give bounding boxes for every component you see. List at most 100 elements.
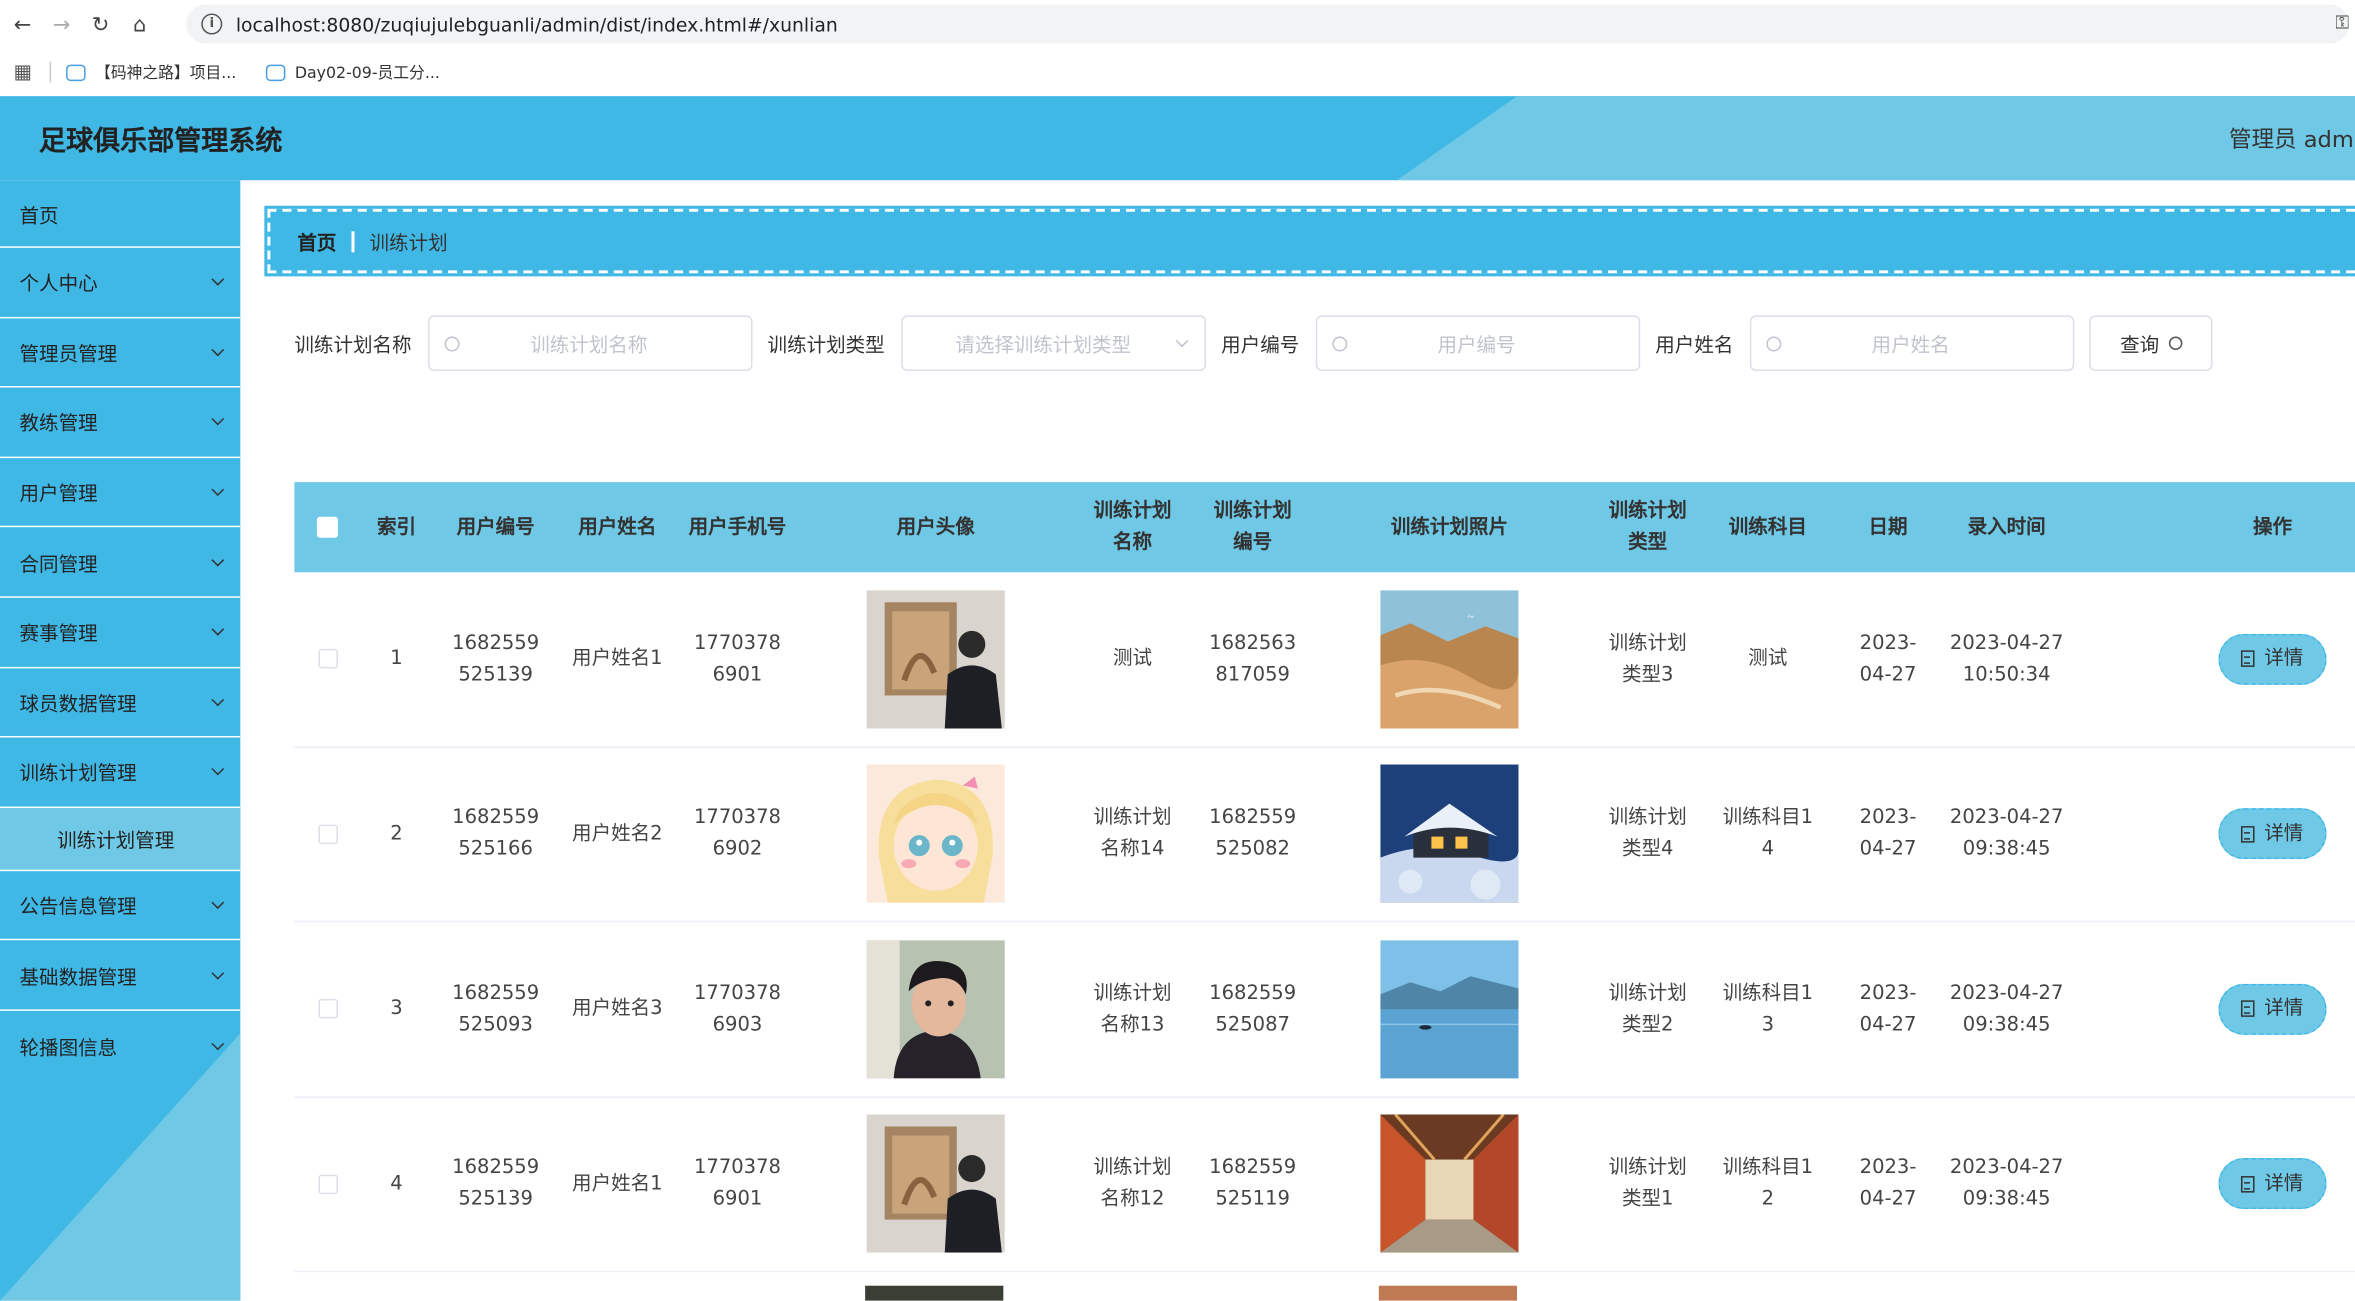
- user-name-placeholder: 用户姓名: [1871, 334, 1950, 358]
- document-icon: [2241, 825, 2256, 843]
- avatar-image[interactable]: [866, 1114, 1005, 1254]
- sidebar-item-base-data[interactable]: 基础数据管理: [0, 941, 241, 1011]
- sidebar-item-match[interactable]: 赛事管理: [0, 598, 241, 668]
- select-all-checkbox[interactable]: [316, 516, 338, 538]
- training-plan-table: 索引 用户编号 用户姓名 用户手机号 用户头像 训练计划名称 训练计划编号 训练…: [294, 482, 2355, 1273]
- chevron-down-icon: [211, 896, 225, 910]
- sidebar-item-label: 赛事管理: [19, 622, 98, 645]
- row-checkbox[interactable]: [317, 824, 338, 844]
- table-row: 1 1682559525139 用户姓名1 17703786901 测试 168…: [294, 572, 2355, 748]
- user-no-cell: 1682559525139: [452, 1156, 540, 1211]
- detail-button[interactable]: 详情: [2218, 983, 2327, 1035]
- sidebar-item-profile[interactable]: 个人中心: [0, 248, 241, 318]
- avatar-image[interactable]: [866, 589, 1005, 729]
- site-info-icon[interactable]: i: [201, 13, 223, 35]
- browser-chrome: ← → ↻ ⌂ i localhost:8080/zuqiujulebguanl…: [0, 0, 2355, 97]
- sidebar-subitem-training-manage[interactable]: 训练计划管理: [0, 807, 241, 871]
- plan-photo[interactable]: [1380, 764, 1519, 904]
- app-header: 足球俱乐部管理系统 管理员 admi: [0, 96, 2355, 181]
- sidebar-item-label: 公告信息管理: [19, 895, 137, 918]
- user-name-input[interactable]: 用户姓名: [1749, 315, 2075, 371]
- chevron-down-icon: [211, 966, 225, 980]
- apps-grid-icon[interactable]: ▦: [14, 61, 32, 84]
- chevron-down-icon: [211, 623, 225, 637]
- avatar-image[interactable]: [866, 939, 1005, 1079]
- reload-icon[interactable]: ↻: [84, 8, 117, 41]
- subject-cell: 测试: [1748, 647, 1788, 671]
- column-header: 操作: [2252, 515, 2293, 539]
- row-checkbox[interactable]: [317, 1174, 338, 1194]
- sidebar-item-player-data[interactable]: 球员数据管理: [0, 668, 241, 738]
- plan-photo[interactable]: [1380, 939, 1519, 1079]
- admin-user[interactable]: 管理员 admi: [2229, 123, 2355, 155]
- bookmark-item[interactable]: 【码神之路】项目...: [66, 61, 237, 84]
- row-checkbox[interactable]: [317, 999, 338, 1019]
- column-header: 训练计划类型: [1608, 500, 1687, 555]
- column-header: 日期: [1868, 515, 1908, 539]
- operation-cell: 详情: [2064, 808, 2355, 860]
- search-icon: [444, 335, 460, 351]
- table-row: 4 1682559525139 用户姓名1 17703786901 训练计划名称…: [294, 1097, 2355, 1273]
- app-title: 足球俱乐部管理系统: [39, 126, 283, 158]
- plan-no-cell: 1682559525119: [1209, 1156, 1297, 1211]
- sidebar-item-admin[interactable]: 管理员管理: [0, 318, 241, 388]
- breadcrumb-home[interactable]: 首页: [297, 227, 336, 256]
- operation-cell: 详情: [2064, 633, 2355, 685]
- user-no-input[interactable]: 用户编号: [1315, 315, 1641, 371]
- query-button[interactable]: 查询: [2089, 315, 2213, 371]
- operation-cell: 详情: [2064, 1158, 2355, 1210]
- date-cell: 2023-04-27: [1859, 631, 1917, 687]
- sidebar-item-label: 教练管理: [19, 412, 98, 435]
- plan-type-label: 训练计划类型: [767, 334, 885, 358]
- sidebar-item-carousel[interactable]: 轮播图信息: [0, 1011, 240, 1081]
- breadcrumb: 首页 训练计划: [264, 205, 2355, 277]
- row-checkbox[interactable]: [317, 649, 338, 669]
- forward-icon[interactable]: →: [45, 8, 78, 41]
- plan-name-cell: 训练计划名称14: [1093, 806, 1172, 862]
- sidebar-item-label: 球员数据管理: [19, 692, 137, 715]
- sidebar: 首页 个人中心 管理员管理 教练管理 用户管理 合同管理 赛事管理 球员数据管理…: [0, 180, 241, 1301]
- document-icon: [2241, 1175, 2256, 1193]
- column-header: 训练计划名称: [1093, 500, 1172, 555]
- detail-button-label: 详情: [2264, 822, 2304, 846]
- detail-button[interactable]: 详情: [2218, 633, 2327, 685]
- sidebar-item-contract[interactable]: 合同管理: [0, 528, 241, 598]
- avatar-cell: [799, 589, 1072, 729]
- plan-type-select[interactable]: 请选择训练计划类型: [901, 315, 1207, 371]
- user-name-cell: 用户姓名1: [572, 1172, 663, 1196]
- detail-button-label: 详情: [2264, 647, 2304, 671]
- detail-button[interactable]: 详情: [2218, 808, 2327, 860]
- key-icon[interactable]: ⚿: [2335, 12, 2349, 35]
- plan-photo[interactable]: [1380, 1114, 1519, 1254]
- user-name-label: 用户姓名: [1655, 334, 1734, 358]
- plan-type-cell: 训练计划类型1: [1608, 1156, 1687, 1211]
- avatar-cell: [799, 1114, 1072, 1254]
- sidebar-item-notice[interactable]: 公告信息管理: [0, 871, 241, 941]
- chevron-down-icon: [211, 343, 225, 357]
- detail-button-label: 详情: [2264, 997, 2304, 1021]
- url-bar[interactable]: i localhost:8080/zuqiujulebguanli/admin/…: [186, 4, 2350, 44]
- column-header: 用户手机号: [688, 515, 787, 539]
- plan-name-input[interactable]: 训练计划名称: [428, 315, 753, 371]
- home-icon[interactable]: ⌂: [123, 8, 156, 41]
- user-name-cell: 用户姓名2: [572, 822, 663, 846]
- sidebar-menu: 首页 个人中心 管理员管理 教练管理 用户管理 合同管理 赛事管理 球员数据管理…: [0, 180, 241, 1081]
- plan-no-cell: 1682563817059: [1209, 631, 1297, 687]
- avatar-image[interactable]: [866, 764, 1005, 904]
- plan-name-cell: 训练计划名称13: [1093, 981, 1172, 1037]
- user-no-cell: 1682559525166: [452, 806, 540, 862]
- sidebar-item-coach[interactable]: 教练管理: [0, 388, 241, 458]
- user-no-cell: 1682559525139: [452, 631, 540, 687]
- back-icon[interactable]: ←: [6, 8, 39, 41]
- user-name-cell: 用户姓名1: [572, 647, 663, 671]
- bookmark-item[interactable]: Day02-09-员工分...: [266, 61, 440, 84]
- plan-photo[interactable]: ~: [1380, 589, 1519, 729]
- breadcrumb-separator: [351, 230, 355, 252]
- sidebar-item-home[interactable]: 首页: [0, 180, 241, 248]
- user-name-cell: 用户姓名3: [572, 997, 663, 1021]
- chevron-down-icon: [211, 553, 225, 567]
- document-icon: [2241, 650, 2256, 668]
- detail-button[interactable]: 详情: [2218, 1158, 2327, 1210]
- sidebar-item-user[interactable]: 用户管理: [0, 458, 241, 528]
- sidebar-item-training[interactable]: 训练计划管理: [0, 738, 241, 808]
